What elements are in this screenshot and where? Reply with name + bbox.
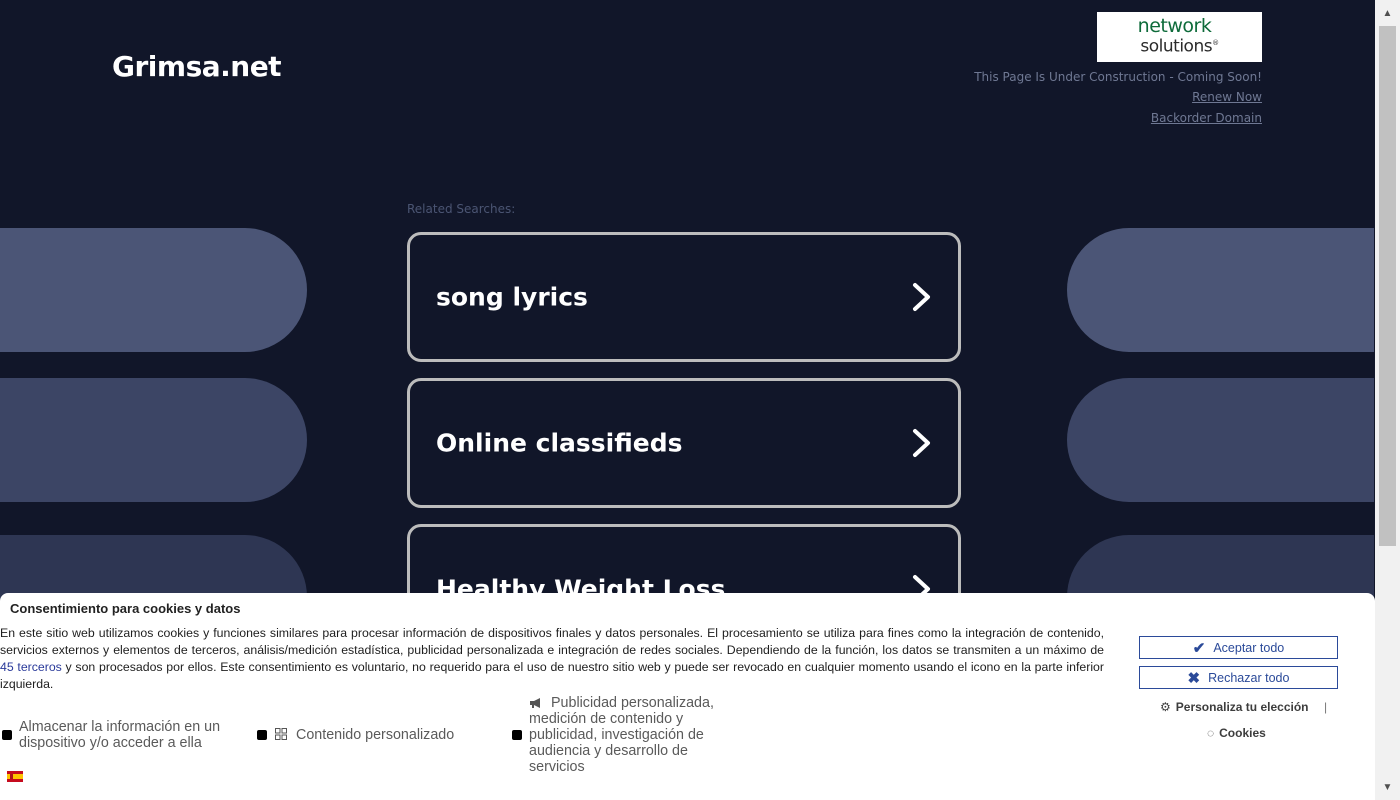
network-solutions-logo[interactable]: network solutions®: [1097, 12, 1262, 62]
megaphone-icon: [530, 698, 540, 708]
backorder-domain-link[interactable]: Backorder Domain: [974, 111, 1262, 125]
link-separator: |: [1324, 700, 1328, 714]
under-construction-text: This Page Is Under Construction - Coming…: [974, 70, 1262, 84]
accept-all-button[interactable]: ✔ Aceptar todo: [1139, 636, 1338, 659]
reject-all-button[interactable]: ✖ Rechazar todo: [1139, 666, 1338, 689]
grid-icon: [275, 728, 287, 740]
decorative-pill: [0, 378, 307, 502]
scroll-down-arrow-icon[interactable]: ▼: [1375, 776, 1400, 798]
site-title: Grimsa.net: [112, 50, 282, 83]
gear-icon: ⚙: [1160, 700, 1171, 714]
cookies-link[interactable]: ◌ Cookies: [1207, 726, 1266, 740]
related-search-label: song lyrics: [436, 282, 588, 312]
related-search-label: Online classifieds: [436, 428, 683, 458]
vertical-scrollbar[interactable]: ▲ ▼: [1375, 0, 1400, 800]
option-storage-label: Almacenar la información en un dispositi…: [19, 719, 221, 751]
decorative-pill: [0, 228, 307, 352]
decorative-pill: [1067, 228, 1374, 352]
reject-all-label: Rechazar todo: [1208, 670, 1290, 685]
logo-line-2-text: solutions: [1140, 36, 1213, 57]
consent-description: En este sitio web utilizamos cookies y f…: [0, 625, 1104, 693]
consent-text-part-2: y son procesados por ellos. Este consent…: [0, 660, 1104, 691]
chevron-right-icon: [913, 429, 930, 457]
accept-all-label: Aceptar todo: [1213, 640, 1285, 655]
logo-line-1: network: [1137, 15, 1212, 38]
consent-text-part-1: En este sitio web utilizamos cookies y f…: [0, 626, 1104, 657]
customize-choice-link[interactable]: ⚙ Personaliza tu elección: [1160, 700, 1308, 714]
cookie-icon: ◌: [1207, 726, 1215, 740]
registered-mark: ®: [1212, 39, 1219, 48]
checkmark-icon: ✔: [1192, 639, 1206, 657]
decorative-pill: [1067, 378, 1374, 502]
scrollbar-thumb[interactable]: [1379, 26, 1396, 546]
content-checkbox[interactable]: [257, 730, 267, 740]
ads-checkbox[interactable]: [512, 730, 522, 740]
related-search-card[interactable]: Online classifieds: [407, 378, 961, 508]
storage-checkbox[interactable]: [2, 730, 12, 740]
option-ads-label: Publicidad personalizada, medición de co…: [529, 695, 714, 775]
customize-choice-label: Personaliza tu elección: [1175, 700, 1309, 714]
third-parties-link[interactable]: 45 terceros: [0, 660, 62, 674]
close-icon: ✖: [1187, 669, 1201, 687]
related-searches-label: Related Searches:: [407, 202, 516, 216]
consent-title: Consentimiento para cookies y datos: [10, 601, 241, 616]
cookies-label: Cookies: [1219, 726, 1266, 740]
logo-line-2: solutions®: [1140, 35, 1219, 57]
chevron-right-icon: [913, 283, 930, 311]
renew-now-link[interactable]: Renew Now: [974, 90, 1262, 104]
header-links: This Page Is Under Construction - Coming…: [974, 70, 1262, 132]
related-search-card[interactable]: song lyrics: [407, 232, 961, 362]
cookie-consent-banner: Consentimiento para cookies y datos En e…: [0, 593, 1375, 800]
option-content-label: Contenido personalizado: [296, 727, 455, 743]
scroll-up-arrow-icon[interactable]: ▲: [1375, 2, 1400, 24]
spain-flag-icon[interactable]: [7, 771, 23, 782]
